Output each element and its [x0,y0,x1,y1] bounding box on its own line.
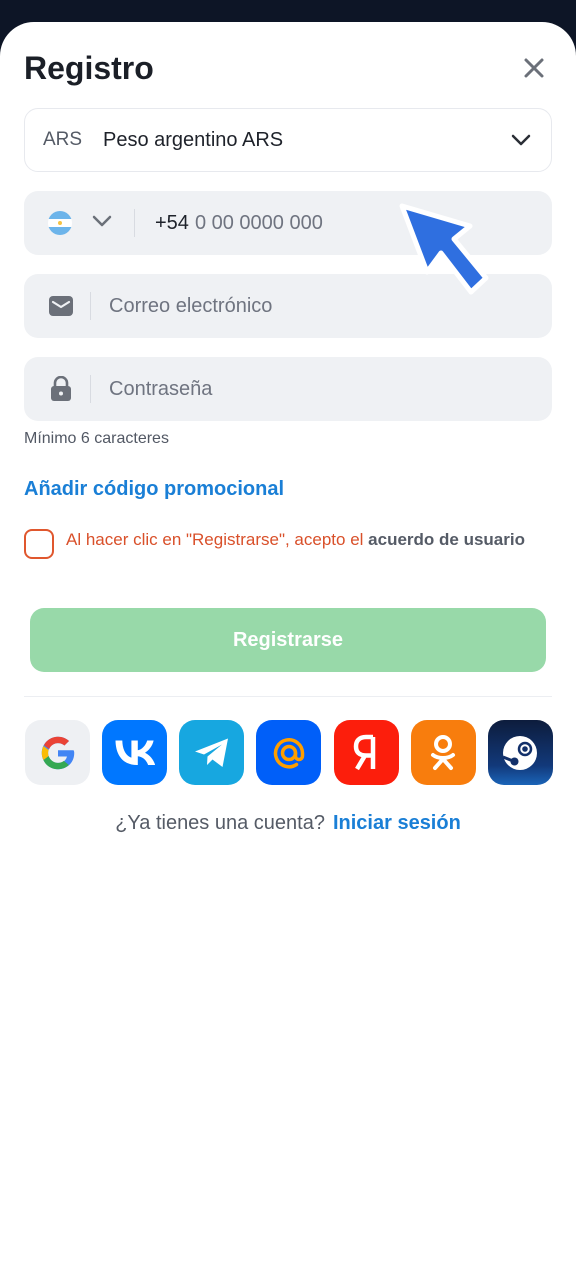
chevron-down-icon [491,134,551,146]
yandex-login-button[interactable] [333,720,399,785]
pointer-arrow-icon [399,203,489,295]
mailru-icon [273,737,305,768]
field-divider [90,292,91,320]
country-chevron-down-icon[interactable] [92,214,114,232]
agreement-row: Al hacer clic en "Registrarse", acepto e… [24,528,552,559]
argentina-flag-icon[interactable] [48,211,72,235]
steam-icon [502,735,538,770]
telegram-login-button[interactable] [179,720,245,785]
add-promo-code-link[interactable]: Añadir código promocional [24,478,284,501]
mailru-login-button[interactable] [256,720,322,785]
google-login-button[interactable] [25,720,90,785]
phone-prefix: +54 [155,211,189,234]
page-title: Registro [24,50,154,86]
agreement-text: Al hacer clic en "Registrarse", acepto e… [66,528,525,559]
mail-icon [48,296,74,316]
yandex-icon [353,734,376,770]
close-icon [524,58,544,78]
odnoklassniki-icon [431,734,456,770]
password-input[interactable] [109,377,489,401]
agreement-checkbox[interactable] [24,529,54,559]
odnoklassniki-login-button[interactable] [410,720,476,785]
login-link[interactable]: Iniciar sesión [333,812,461,834]
lock-icon [48,376,74,402]
telegram-icon [194,738,228,767]
vk-login-button[interactable] [102,720,168,785]
field-divider [134,209,135,237]
currency-code: ARS [43,129,83,150]
currency-select[interactable]: ARS Peso argentino ARS [24,108,552,172]
social-login-row [25,720,553,785]
login-question: ¿Ya tienes una cuenta? [115,812,325,834]
field-divider [90,375,91,403]
close-button[interactable] [516,50,552,86]
user-agreement-link[interactable]: acuerdo de usuario [368,530,525,549]
currency-name: Peso argentino ARS [103,128,284,151]
register-button[interactable]: Registrarse [30,608,546,672]
password-field [24,357,552,421]
google-icon [41,736,74,769]
section-divider [24,696,552,697]
steam-login-button[interactable] [487,720,553,785]
login-prompt: ¿Ya tienes una cuenta? Iniciar sesión [0,812,576,835]
agreement-label: Al hacer clic en "Registrarse", acepto e… [66,530,369,549]
password-hint: Mínimo 6 caracteres [24,430,169,447]
vk-icon [115,740,155,765]
